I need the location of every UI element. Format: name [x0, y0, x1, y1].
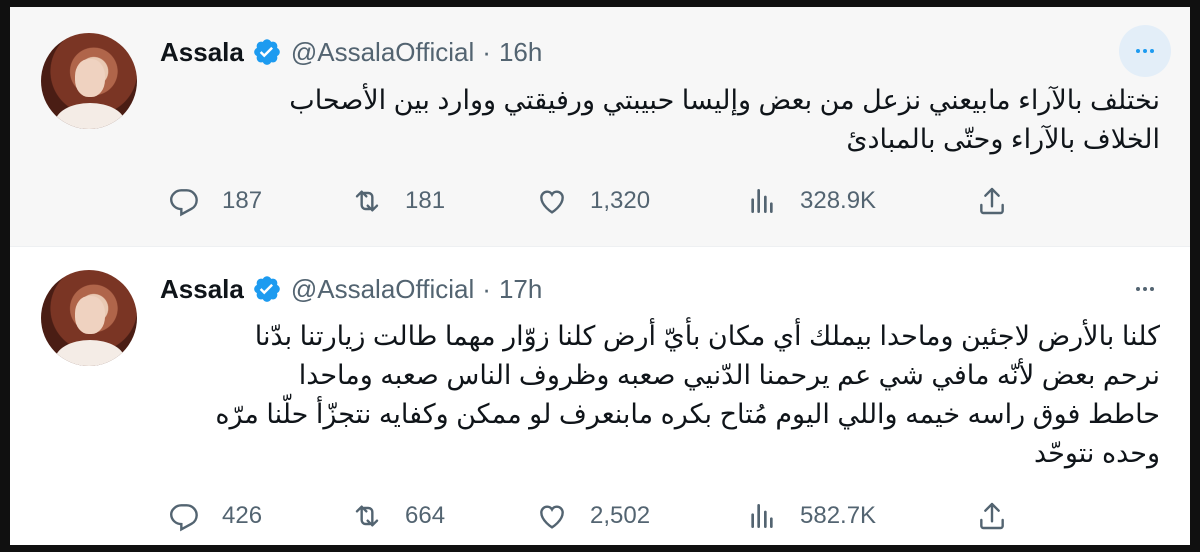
views-count: 582.7K	[800, 502, 877, 529]
avatar-face	[75, 59, 105, 97]
avatar-shoulder	[55, 103, 125, 129]
author-handle[interactable]: @AssalaOfficial	[291, 274, 474, 305]
reply-icon	[169, 189, 198, 217]
retweet-button[interactable]: 664	[351, 496, 445, 536]
author-handle[interactable]: @AssalaOfficial	[291, 37, 474, 68]
reply-count: 187	[222, 187, 263, 214]
like-count: 1,320	[590, 187, 651, 214]
like-count: 2,502	[590, 502, 651, 529]
views-count: 328.9K	[800, 187, 877, 214]
retweet-count: 181	[405, 187, 446, 214]
author-name[interactable]: Assala	[160, 274, 244, 305]
share-button[interactable]	[976, 496, 1008, 536]
retweet-icon	[355, 505, 379, 527]
reply-button[interactable]: 187	[168, 181, 262, 221]
share-icon	[980, 187, 1004, 215]
reply-count: 426	[222, 502, 263, 529]
like-button[interactable]: 1,320	[536, 181, 650, 221]
tweet-text-line: الخلاف بالآراء وحتّى بالمبادئ	[846, 124, 1160, 154]
like-button[interactable]: 2,502	[536, 496, 650, 536]
avatar-face	[75, 296, 105, 334]
separator-dot: ·	[482, 36, 491, 67]
tweet-header: Assala @AssalaOfficial · 16h	[160, 34, 542, 70]
tweet[interactable]: Assala @AssalaOfficial · 16h نختلف بالآر…	[10, 7, 1190, 246]
tweet-text-line: كلنا بالأرض لاجئين وماحدا بيملك أي مكان …	[254, 321, 1160, 351]
author-name[interactable]: Assala	[160, 37, 244, 68]
views-icon	[751, 189, 773, 213]
reply-icon	[169, 504, 198, 532]
tweet-header: Assala @AssalaOfficial · 17h	[160, 271, 542, 307]
views-button[interactable]: 582.7K	[746, 496, 876, 536]
more-options-icon[interactable]	[1119, 263, 1171, 315]
tweet-text: كلنا بالأرض لاجئين وماحدا بيملك أي مكان …	[150, 317, 1160, 473]
reply-button[interactable]: 426	[168, 496, 262, 536]
retweet-icon	[355, 190, 379, 212]
avatar-shoulder	[55, 340, 125, 366]
tweet-text: نختلف بالآراء مابيعني نزعل من بعض وإليسا…	[150, 81, 1160, 159]
tweet-text-line: حاطط فوق راسه خيمه واللي اليوم مُتاح بكر…	[215, 399, 1160, 429]
more-options-icon[interactable]	[1119, 25, 1171, 77]
separator-dot: ·	[482, 273, 491, 304]
action-bar: 426 664 2,502 582.7K	[156, 496, 1036, 536]
tweet-text-line: وحده نتوحّد	[1033, 438, 1160, 468]
timestamp[interactable]: 17h	[499, 274, 542, 305]
retweet-count: 664	[405, 502, 446, 529]
tweet-text-line: نرحم بعض لأنّه مافي شي عم يرحمنا الدّنيي…	[298, 360, 1160, 390]
tweet[interactable]: Assala @AssalaOfficial · 17h كلنا بالأرض…	[10, 246, 1190, 545]
views-button[interactable]: 328.9K	[746, 181, 876, 221]
avatar[interactable]	[41, 270, 137, 366]
retweet-button[interactable]: 181	[351, 181, 445, 221]
views-icon	[751, 504, 773, 528]
verified-badge-icon[interactable]	[252, 274, 282, 304]
share-icon	[980, 502, 1004, 530]
timestamp[interactable]: 16h	[499, 37, 542, 68]
share-button[interactable]	[976, 181, 1008, 221]
like-icon	[540, 505, 564, 529]
like-icon	[540, 190, 564, 214]
verified-badge-icon[interactable]	[252, 37, 282, 67]
tweet-text-line: نختلف بالآراء مابيعني نزعل من بعض وإليسا…	[289, 85, 1160, 115]
action-bar: 187 181 1,320 328.9K	[156, 181, 1036, 221]
avatar[interactable]	[41, 33, 137, 129]
